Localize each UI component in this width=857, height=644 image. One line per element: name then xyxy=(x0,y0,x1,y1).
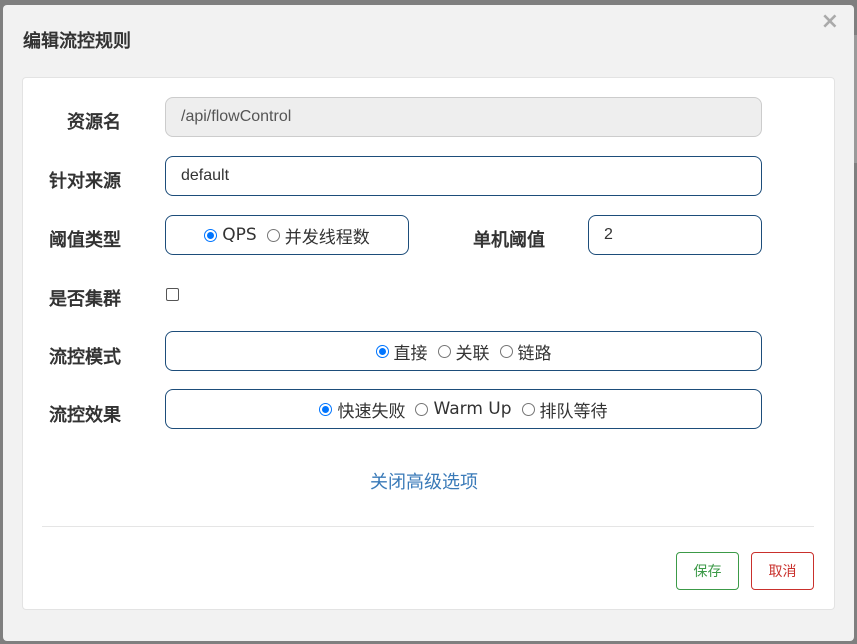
cluster-label: 是否集群 xyxy=(49,289,121,310)
strategy-option-label: 链路 xyxy=(517,343,552,364)
radio-checked-icon[interactable] xyxy=(204,228,218,242)
radio-checked-icon[interactable] xyxy=(319,402,333,416)
strategy-label: 流控模式 xyxy=(49,347,121,368)
radio-unchecked-icon[interactable] xyxy=(437,344,451,358)
radio-unchecked-icon[interactable] xyxy=(521,402,535,416)
behavior-option-label: 快速失败 xyxy=(337,401,406,422)
control-behavior-radio-group: 快速失败 Warm Up 排队等待 xyxy=(165,389,762,429)
limit-app-label: 针对来源 xyxy=(49,171,121,192)
form-panel: 资源名 /api/flowControl 针对来源 default 阈值类型 Q… xyxy=(22,77,835,610)
strategy-option-relate[interactable]: 关联 xyxy=(437,339,490,364)
strategy-option-label: 直接 xyxy=(393,343,428,364)
grade-option-label: 并发线程数 xyxy=(284,227,370,248)
behavior-option-fast-fail[interactable]: 快速失败 xyxy=(319,397,405,422)
grade-label: 阈值类型 xyxy=(49,230,121,251)
grade-radio-group: QPS 并发线程数 xyxy=(165,215,409,255)
control-behavior-label: 流控效果 xyxy=(49,405,121,426)
cancel-button[interactable]: 取消 xyxy=(751,552,814,590)
radio-unchecked-icon[interactable] xyxy=(266,228,280,242)
strategy-radio-group: 直接 关联 链路 xyxy=(165,331,762,371)
strategy-option-chain[interactable]: 链路 xyxy=(499,339,552,364)
save-button[interactable]: 保存 xyxy=(676,552,739,590)
resource-input: /api/flowControl xyxy=(165,97,762,137)
resource-label: 资源名 xyxy=(67,112,121,133)
edit-flow-rule-dialog: 编辑流控规则 × 资源名 /api/flowControl 针对来源 defau… xyxy=(3,5,854,641)
radio-unchecked-icon[interactable] xyxy=(499,344,513,358)
dialog-title: 编辑流控规则 xyxy=(23,31,131,52)
limit-app-input[interactable]: default xyxy=(165,156,762,196)
footer-divider xyxy=(42,526,814,527)
strategy-option-label: 关联 xyxy=(455,343,490,364)
cluster-checkbox[interactable] xyxy=(166,288,179,301)
behavior-option-queue[interactable]: 排队等待 xyxy=(521,397,608,422)
behavior-option-label: 排队等待 xyxy=(539,401,608,422)
strategy-option-direct[interactable]: 直接 xyxy=(375,339,428,364)
behavior-option-warm-up[interactable]: Warm Up xyxy=(415,399,512,419)
toggle-advanced-link[interactable]: 关闭高级选项 xyxy=(370,468,478,494)
close-icon[interactable]: × xyxy=(821,11,839,33)
radio-unchecked-icon[interactable] xyxy=(415,402,429,416)
threshold-input[interactable]: 2 xyxy=(588,215,762,255)
radio-checked-icon[interactable] xyxy=(375,344,389,358)
grade-option-label: QPS xyxy=(222,225,257,245)
grade-option-qps[interactable]: QPS xyxy=(204,225,257,245)
threshold-label: 单机阈值 xyxy=(473,230,545,251)
grade-option-thread[interactable]: 并发线程数 xyxy=(266,223,370,248)
behavior-option-label: Warm Up xyxy=(433,399,512,419)
